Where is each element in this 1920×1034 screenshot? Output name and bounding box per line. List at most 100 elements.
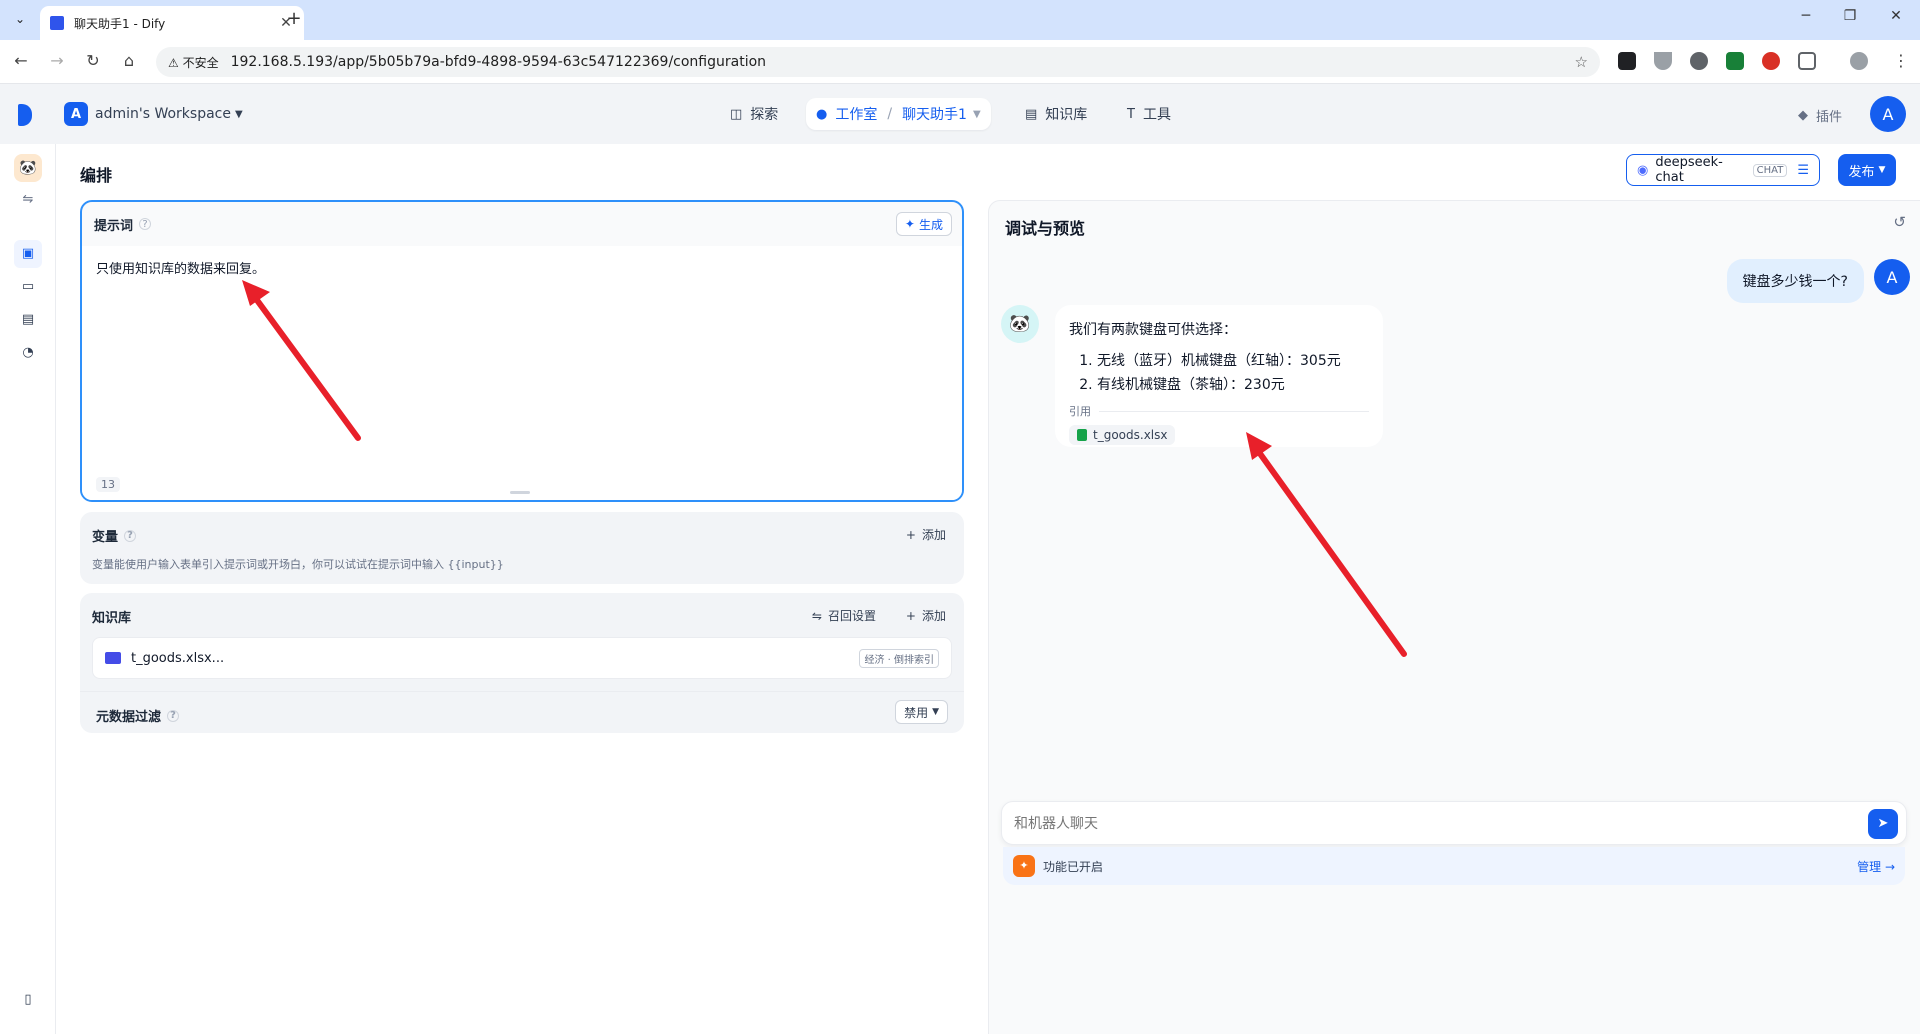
- metadata-filter-title: 元数据过滤 ?: [96, 706, 180, 725]
- debug-preview-panel: 调试与预览 ↺ 键盘多少钱一个? A 🐼 我们有两款键盘可供选择： 无线（蓝牙）…: [988, 200, 1920, 1034]
- user-chat-avatar: A: [1874, 259, 1910, 295]
- url-text[interactable]: 192.168.5.193/app/5b05b79a-bfd9-4898-959…: [231, 54, 1575, 70]
- extension-icon[interactable]: [1726, 52, 1744, 70]
- hammer-icon: T: [1127, 106, 1135, 122]
- adblock-icon[interactable]: [1762, 52, 1780, 70]
- index-tag: 经济 · 倒排索引: [859, 648, 939, 668]
- debug-title: 调试与预览: [1005, 219, 1086, 238]
- help-icon[interactable]: ?: [124, 529, 137, 542]
- divider: [1099, 410, 1369, 412]
- recall-settings-button[interactable]: ⇋ 召回设置: [812, 607, 876, 624]
- dify-favicon-icon: [50, 16, 64, 30]
- user-avatar[interactable]: A: [1870, 96, 1906, 132]
- minimize-icon[interactable]: ─: [1794, 8, 1818, 24]
- new-tab-icon[interactable]: +: [282, 8, 306, 32]
- workspace-switcher[interactable]: A admin's Workspace ▼: [64, 102, 243, 126]
- citation-file[interactable]: t_goods.xlsx: [1069, 425, 1176, 445]
- generate-button[interactable]: ✦ 生成: [895, 212, 952, 236]
- dify-logo[interactable]: [18, 104, 32, 126]
- restore-icon[interactable]: ❐: [1838, 8, 1862, 24]
- nav-knowledge-label: 知识库: [1045, 107, 1088, 123]
- tab-search-dropdown-icon[interactable]: ⌄: [8, 7, 32, 31]
- extension-icon[interactable]: [1618, 52, 1636, 70]
- prompt-editor: 提示词 ? ✦ 生成 只使用知识库的数据来回复。 13: [80, 200, 964, 502]
- send-button[interactable]: ➤: [1868, 809, 1898, 839]
- workspace-name: admin's Workspace: [95, 106, 231, 122]
- add-variable-button[interactable]: + 添加: [906, 526, 946, 543]
- compass-icon: ◫: [730, 106, 743, 122]
- bot-intro: 我们有两款键盘可供选择：: [1069, 322, 1237, 338]
- book-icon: ▤: [1025, 106, 1038, 122]
- variables-label: 变量: [92, 530, 119, 545]
- app-icon[interactable]: 🐼: [14, 154, 42, 182]
- refresh-icon[interactable]: ↺: [1893, 213, 1906, 231]
- plus-icon: +: [905, 608, 916, 623]
- back-icon[interactable]: ←: [10, 51, 32, 70]
- home-icon[interactable]: ⌂: [118, 51, 140, 70]
- nav-tools[interactable]: T 工具: [1117, 98, 1181, 130]
- user-message: 键盘多少钱一个?: [1726, 259, 1864, 303]
- metadata-filter-label: 元数据过滤: [96, 710, 162, 725]
- citation-label: 引用: [1069, 405, 1091, 418]
- generate-label: 生成: [918, 217, 943, 232]
- nav-explore[interactable]: ◫ 探索: [720, 98, 788, 130]
- add-knowledge-button[interactable]: + 添加: [906, 607, 946, 624]
- app-sidebar: 🐼 ⇋ ▣ ▭ ▤ ◔ ▯: [0, 144, 56, 1034]
- knowledge-section: 知识库 ⇋ 召回设置 + 添加 t_goods.xlsx... 经济 · 倒排索…: [80, 593, 964, 733]
- excel-file-icon: [1077, 429, 1087, 441]
- plus-icon: +: [905, 527, 916, 542]
- settings-sliders-icon: ☰: [1797, 162, 1809, 178]
- profile-icon[interactable]: [1850, 52, 1868, 70]
- bot-avatar: 🐼: [1001, 305, 1039, 343]
- plugins-button[interactable]: ◆ 插件: [1798, 106, 1842, 125]
- current-app-name[interactable]: 聊天助手1: [902, 104, 967, 124]
- monitor-icon[interactable]: ◔: [14, 339, 42, 367]
- bookmark-star-icon[interactable]: ☆: [1575, 53, 1588, 71]
- logs-icon[interactable]: ▤: [14, 306, 42, 334]
- prompt-label: 提示词: [94, 218, 134, 234]
- model-selector[interactable]: ◉ deepseek-chat CHAT ☰: [1626, 154, 1820, 186]
- metadata-filter-select[interactable]: 禁用 ▼: [895, 700, 948, 724]
- close-window-icon[interactable]: ✕: [1884, 8, 1908, 24]
- expand-icon[interactable]: ⇋: [14, 186, 42, 214]
- folder-icon: [105, 652, 121, 664]
- address-bar[interactable]: ⚠ 不安全 192.168.5.193/app/5b05b79a-bfd9-48…: [156, 47, 1600, 77]
- prompt-textarea[interactable]: 只使用知识库的数据来回复。 13: [82, 246, 962, 500]
- publish-button[interactable]: 发布 ▼: [1838, 154, 1896, 186]
- features-bar: ✦ 功能已开启 管理 →: [1003, 847, 1905, 885]
- not-secure-indicator[interactable]: ⚠ 不安全: [168, 54, 219, 71]
- sparkle-icon: ✦: [904, 217, 915, 231]
- orchestrate-icon[interactable]: ▣: [14, 240, 42, 268]
- recall-settings-label: 召回设置: [827, 609, 876, 623]
- extensions-puzzle-icon[interactable]: [1798, 52, 1816, 70]
- tab-title: 聊天助手1 - Dify: [74, 16, 166, 31]
- chat-input[interactable]: [1014, 812, 1834, 836]
- terminal-icon[interactable]: ▭: [14, 273, 42, 301]
- extension-icon[interactable]: [1654, 52, 1672, 70]
- sidebar-toggle-icon[interactable]: ▯: [14, 986, 42, 1014]
- main-content: 编排 ◉ deepseek-chat CHAT ☰ 发布 ▼ 提示词 ? ✦ 生…: [56, 144, 1920, 1034]
- nav-studio[interactable]: ● 工作室 / 聊天助手1 ▼: [806, 98, 991, 130]
- knowledge-item[interactable]: t_goods.xlsx... 经济 · 倒排索引: [92, 637, 952, 679]
- knowledge-title: 知识库: [92, 611, 132, 626]
- model-mode-badge: CHAT: [1752, 163, 1788, 177]
- extension-icon[interactable]: [1690, 52, 1708, 70]
- forward-icon[interactable]: →: [46, 51, 68, 70]
- features-icon: ✦: [1013, 855, 1035, 877]
- citation-header: 引用: [1069, 403, 1369, 419]
- browser-tab[interactable]: 聊天助手1 - Dify ✕: [40, 6, 304, 40]
- reload-icon[interactable]: ↻: [82, 51, 104, 70]
- page-title: 编排: [80, 166, 113, 185]
- resize-handle[interactable]: [510, 491, 530, 494]
- bot-message: 我们有两款键盘可供选择： 无线（蓝牙）机械键盘（红轴）：305元 有线机械键盘（…: [1055, 305, 1383, 447]
- metadata-filter-value: 禁用: [904, 705, 929, 720]
- manage-features-link[interactable]: 管理 →: [1857, 858, 1895, 875]
- knowledge-item-name: t_goods.xlsx...: [131, 650, 225, 666]
- nav-knowledge[interactable]: ▤ 知识库: [1015, 98, 1097, 130]
- prompt-header: 提示词 ?: [82, 202, 962, 246]
- browser-menu-icon[interactable]: ⋮: [1890, 51, 1912, 70]
- prompt-text: 只使用知识库的数据来回复。: [96, 262, 266, 277]
- help-icon[interactable]: ?: [139, 218, 152, 230]
- help-icon[interactable]: ?: [167, 709, 180, 722]
- chevron-down-icon: ▼: [234, 108, 243, 120]
